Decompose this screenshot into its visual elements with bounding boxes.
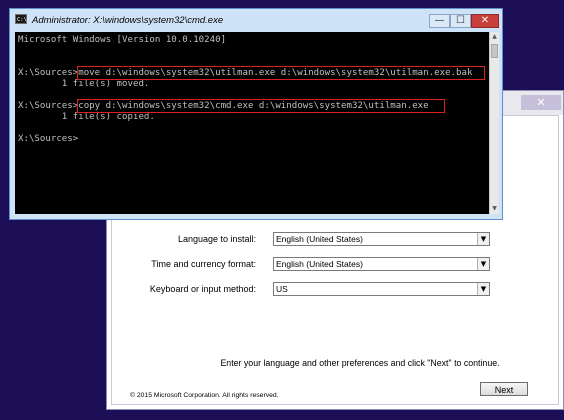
language-select[interactable]: English (United States) ▼: [273, 232, 490, 246]
language-row: Language to install: English (United Sta…: [112, 232, 558, 248]
cmd-app-icon: C:\: [15, 14, 27, 24]
console-scrollbar[interactable]: ▲ ▼: [489, 32, 499, 214]
copy-command-highlight: [77, 99, 445, 113]
language-select-value: English (United States): [276, 234, 363, 244]
maximize-button[interactable]: ☐: [450, 14, 471, 28]
minimize-button[interactable]: —: [429, 14, 450, 28]
scroll-up-arrow-icon[interactable]: ▲: [490, 32, 499, 42]
scroll-down-arrow-icon[interactable]: ▼: [490, 204, 499, 214]
console-line: Microsoft Windows [Version 10.0.10240]: [18, 35, 227, 45]
setup-hint-text: Enter your language and other preference…: [220, 358, 500, 368]
console-line: 1 file(s) copied.: [18, 112, 155, 122]
console-line: 1 file(s) moved.: [18, 79, 150, 89]
keyboard-select[interactable]: US ▼: [273, 282, 490, 296]
console-prompt: X:\Sources>: [18, 134, 79, 144]
close-button[interactable]: ✕: [471, 14, 499, 28]
cmd-window-title: Administrator: X:\windows\system32\cmd.e…: [32, 15, 224, 26]
setup-close-button[interactable]: ✕: [521, 95, 561, 110]
keyboard-row: Keyboard or input method: US ▼: [112, 282, 558, 298]
language-label: Language to install:: [177, 234, 256, 244]
time-currency-row: Time and currency format: English (Unite…: [112, 257, 558, 273]
keyboard-label: Keyboard or input method:: [149, 284, 256, 294]
time-currency-label: Time and currency format:: [151, 259, 256, 269]
console-output[interactable]: Microsoft Windows [Version 10.0.10240] X…: [15, 32, 489, 214]
time-currency-select[interactable]: English (United States) ▼: [273, 257, 490, 271]
chevron-down-icon[interactable]: ▼: [477, 233, 489, 245]
next-button[interactable]: Next: [480, 382, 528, 396]
cmd-titlebar[interactable]: C:\ Administrator: X:\windows\system32\c…: [10, 9, 502, 32]
time-currency-select-value: English (United States): [276, 259, 363, 269]
keyboard-select-value: US: [276, 284, 288, 294]
copyright-text: © 2015 Microsoft Corporation. All rights…: [130, 392, 279, 399]
scroll-thumb[interactable]: [491, 44, 498, 58]
cmd-window: C:\ Administrator: X:\windows\system32\c…: [9, 8, 503, 220]
move-command-highlight: [77, 66, 485, 80]
chevron-down-icon[interactable]: ▼: [477, 258, 489, 270]
chevron-down-icon[interactable]: ▼: [477, 283, 489, 295]
